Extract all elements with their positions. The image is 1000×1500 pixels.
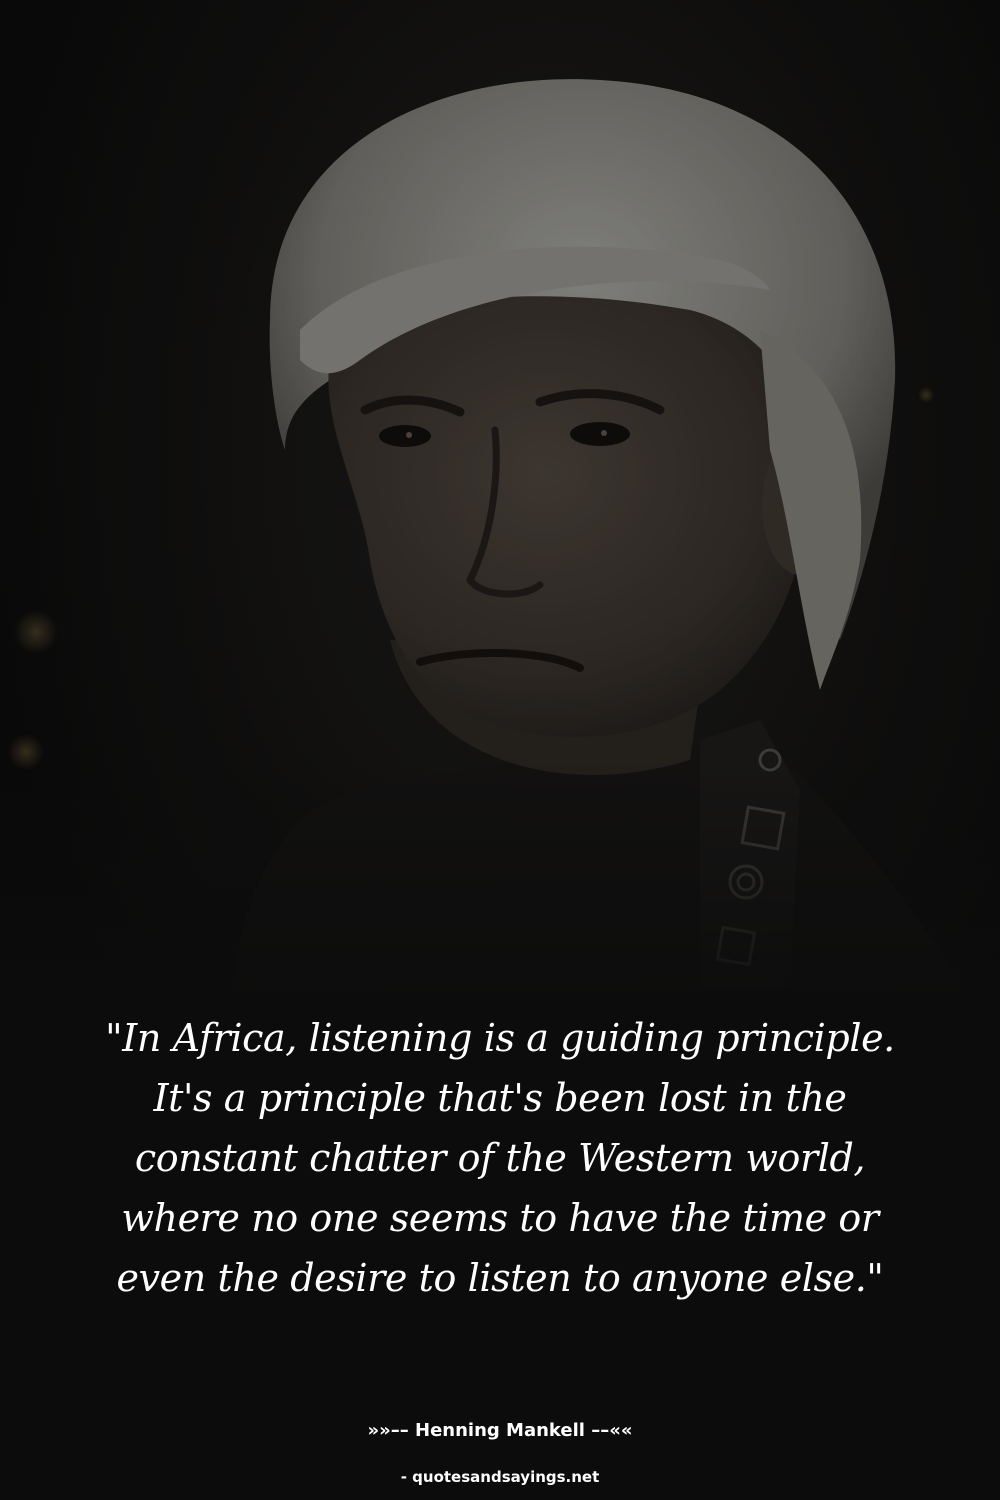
source-watermark: - quotesandsayings.net — [400, 1468, 600, 1486]
quote-text: "In Africa, listening is a guiding princ… — [105, 1016, 895, 1300]
quote-card: "In Africa, listening is a guiding princ… — [0, 0, 1000, 1500]
author-attribution: »»–– Henning Mankell ––«« — [367, 1420, 633, 1441]
